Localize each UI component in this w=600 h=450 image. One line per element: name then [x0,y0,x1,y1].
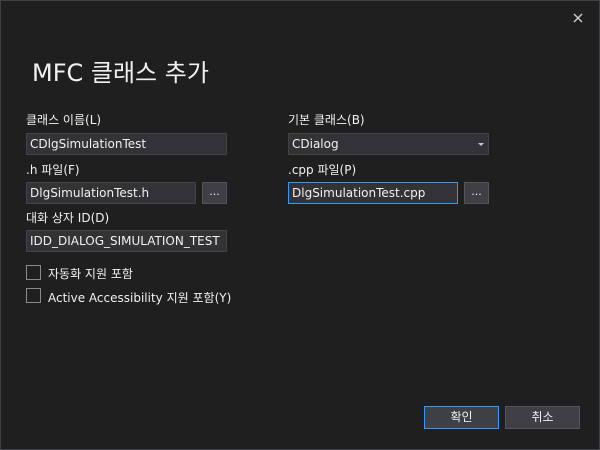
automation-checkbox[interactable] [26,265,41,280]
h-file-browse-button[interactable]: ... [202,182,227,204]
base-class-value: CDialog [292,137,339,151]
automation-label: 자동화 지원 포함 [48,267,133,281]
cancel-button[interactable]: 취소 [505,406,580,429]
cpp-file-input[interactable] [288,182,458,204]
accessibility-label: Active Accessibility 지원 포함(Y) [48,291,232,305]
accessibility-checkbox[interactable] [26,288,41,303]
class-name-label: 클래스 이름(L) [26,113,102,127]
h-file-label: .h 파일(F) [26,163,80,177]
class-name-input[interactable] [26,133,227,155]
cpp-file-browse-button[interactable]: ... [464,182,489,204]
ok-button[interactable]: 확인 [424,406,499,429]
h-file-input[interactable] [26,182,196,204]
add-mfc-class-dialog: MFC 클래스 추가 클래스 이름(L) 기본 클래스(B) CDialog .… [0,0,600,450]
cpp-file-label: .cpp 파일(P) [288,163,357,177]
base-class-label: 기본 클래스(B) [288,113,365,127]
base-class-select[interactable]: CDialog [288,133,489,155]
dialog-title: MFC 클래스 추가 [32,59,209,87]
chevron-down-icon [478,143,484,146]
dialog-id-label: 대화 상자 ID(D) [26,211,110,225]
dialog-id-input[interactable] [26,230,227,252]
close-icon[interactable] [571,11,585,25]
